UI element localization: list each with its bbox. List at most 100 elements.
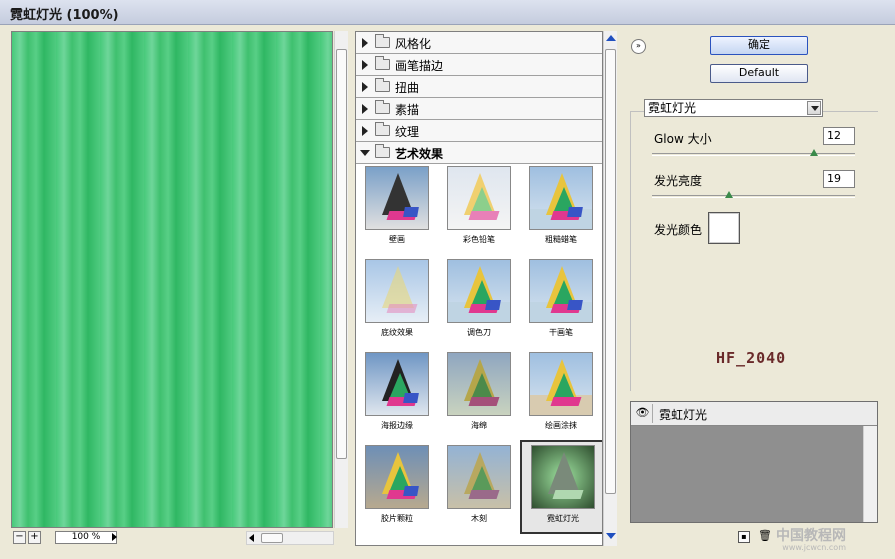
- category-label: 素描: [395, 103, 420, 117]
- scroll-up-icon[interactable]: [606, 35, 616, 41]
- ok-button[interactable]: 确定: [710, 36, 808, 55]
- preview-vertical-scrollbar[interactable]: [334, 31, 348, 528]
- filter-select[interactable]: 霓虹灯光: [644, 99, 823, 117]
- expand-icon: [362, 60, 368, 70]
- category-artistic[interactable]: 艺术效果: [356, 142, 602, 164]
- options-panel: » 确定 Default 霓虹灯光 Glow 大小 12 发光亮度 19 发光颜…: [620, 31, 884, 551]
- collapse-icon: [360, 150, 370, 156]
- layers-scrollbar[interactable]: [863, 426, 877, 522]
- filter-preview-image: [365, 352, 429, 416]
- expand-icon: [362, 126, 368, 136]
- eye-icon[interactable]: 👁: [633, 404, 653, 423]
- filter-name: 底纹效果: [381, 328, 413, 337]
- gallery-scrollbar[interactable]: [603, 31, 617, 546]
- zoom-menu-arrow-icon[interactable]: [108, 531, 121, 544]
- expand-icon: [362, 104, 368, 114]
- filter-preview-image: [447, 259, 511, 323]
- folder-icon: [375, 56, 390, 70]
- scroll-down-icon[interactable]: [606, 533, 616, 539]
- glow-size-slider[interactable]: [652, 149, 855, 156]
- collapse-gallery-icon[interactable]: »: [631, 39, 646, 54]
- filter-thumb-neon-glow[interactable]: 霓虹灯光: [520, 440, 602, 534]
- filter-gallery: 风格化 画笔描边 扭曲 素描 纹理 艺术效果 壁画 彩色铅笔 粗糙蜡笔 底纹效果…: [355, 31, 603, 546]
- effect-layers-panel: 👁 霓虹灯光: [630, 401, 878, 523]
- filter-name: 壁画: [389, 235, 405, 244]
- open-folder-icon: [375, 144, 390, 158]
- folder-icon: [375, 122, 390, 136]
- preview-horizontal-scrollbar[interactable]: [246, 531, 334, 545]
- filter-name: 粗糙蜡笔: [545, 235, 577, 244]
- scroll-thumb[interactable]: [336, 49, 347, 459]
- filter-preview-image: [529, 259, 593, 323]
- filter-thumb-paint-daubs[interactable]: 绘画涂抹: [520, 349, 598, 439]
- expand-icon: [362, 82, 368, 92]
- preview-canvas[interactable]: [11, 31, 333, 528]
- glow-brightness-slider-handle[interactable]: [725, 191, 734, 198]
- filter-thumb-rough-pastels[interactable]: 粗糙蜡笔: [520, 163, 598, 253]
- category-distort[interactable]: 扭曲: [356, 76, 602, 98]
- h-scroll-thumb[interactable]: [261, 533, 283, 543]
- filter-name: 彩色铅笔: [463, 235, 495, 244]
- category-stylize[interactable]: 风格化: [356, 32, 602, 54]
- folder-icon: [375, 100, 390, 114]
- category-label: 扭曲: [395, 81, 420, 95]
- glow-size-field[interactable]: 12: [823, 127, 855, 145]
- effect-layer-row[interactable]: 👁 霓虹灯光: [631, 402, 877, 426]
- default-button[interactable]: Default: [710, 64, 808, 83]
- filter-preview-image: [529, 352, 593, 416]
- filter-thumb-colored-pencil[interactable]: 彩色铅笔: [438, 163, 516, 253]
- author-watermark: HF_2040: [716, 349, 787, 367]
- category-label: 风格化: [395, 37, 432, 51]
- filter-thumbnail-grid: 壁画 彩色铅笔 粗糙蜡笔 底纹效果 调色刀 干画笔 海报边缘 海绵 绘画涂抹 胶…: [356, 163, 602, 545]
- filter-name: 海报边缘: [381, 421, 413, 430]
- expand-icon: [362, 38, 368, 48]
- folder-icon: [375, 34, 390, 48]
- filter-thumb-underpainting[interactable]: 底纹效果: [356, 256, 434, 346]
- filter-preview-image: [365, 445, 429, 509]
- category-label: 画笔描边: [395, 59, 444, 73]
- filter-name: 绘画涂抹: [545, 421, 577, 430]
- category-texture[interactable]: 纹理: [356, 120, 602, 142]
- glow-size-slider-handle[interactable]: [810, 149, 819, 156]
- filter-preview-image: [447, 352, 511, 416]
- glow-brightness-label: 发光亮度: [654, 174, 703, 188]
- filter-preview-image: [529, 166, 593, 230]
- filter-name: 海绵: [471, 421, 487, 430]
- site-logo: 中国教程网 www.jcwcn.com: [776, 525, 846, 552]
- filter-name: 调色刀: [467, 328, 491, 337]
- filter-thumb-fresco[interactable]: 壁画: [356, 163, 434, 253]
- filter-preview-image: [447, 445, 511, 509]
- trash-icon[interactable]: 🗑: [758, 530, 772, 543]
- zoom-out-button[interactable]: −: [13, 531, 26, 544]
- filter-name: 霓虹灯光: [547, 514, 579, 523]
- glow-color-label: 发光颜色: [654, 223, 703, 237]
- filter-thumb-cutout[interactable]: 木刻: [438, 442, 516, 532]
- filter-thumb-film-grain[interactable]: 胶片颗粒: [356, 442, 434, 532]
- glow-color-swatch[interactable]: [708, 212, 740, 244]
- glow-brightness-field[interactable]: 19: [823, 170, 855, 188]
- filter-preview-image: [531, 445, 595, 509]
- filter-thumb-dry-brush[interactable]: 干画笔: [520, 256, 598, 346]
- category-brush-strokes[interactable]: 画笔描边: [356, 54, 602, 76]
- filter-thumb-sponge[interactable]: 海绵: [438, 349, 516, 439]
- scroll-left-icon[interactable]: [249, 534, 254, 542]
- chevron-down-icon[interactable]: [807, 101, 821, 115]
- filter-name: 木刻: [471, 514, 487, 523]
- effect-layer-name: 霓虹灯光: [659, 408, 708, 422]
- filter-preview-image: [447, 166, 511, 230]
- zoom-in-button[interactable]: +: [28, 531, 41, 544]
- filter-name: 干画笔: [549, 328, 573, 337]
- folder-icon: [375, 78, 390, 92]
- category-sketch[interactable]: 素描: [356, 98, 602, 120]
- filter-preview-image: [365, 259, 429, 323]
- glow-brightness-slider[interactable]: [652, 191, 855, 198]
- window-title: 霓虹灯光 (100%): [10, 8, 119, 23]
- category-label: 艺术效果: [395, 147, 444, 161]
- filter-select-value: 霓虹灯光: [648, 101, 697, 115]
- gallery-scroll-thumb[interactable]: [605, 49, 616, 494]
- filter-name: 胶片颗粒: [381, 514, 413, 523]
- new-layer-icon[interactable]: ▪: [738, 531, 750, 543]
- logo-text: 中国教程网: [776, 528, 846, 544]
- filter-thumb-palette-knife[interactable]: 调色刀: [438, 256, 516, 346]
- filter-thumb-poster-edges[interactable]: 海报边缘: [356, 349, 434, 439]
